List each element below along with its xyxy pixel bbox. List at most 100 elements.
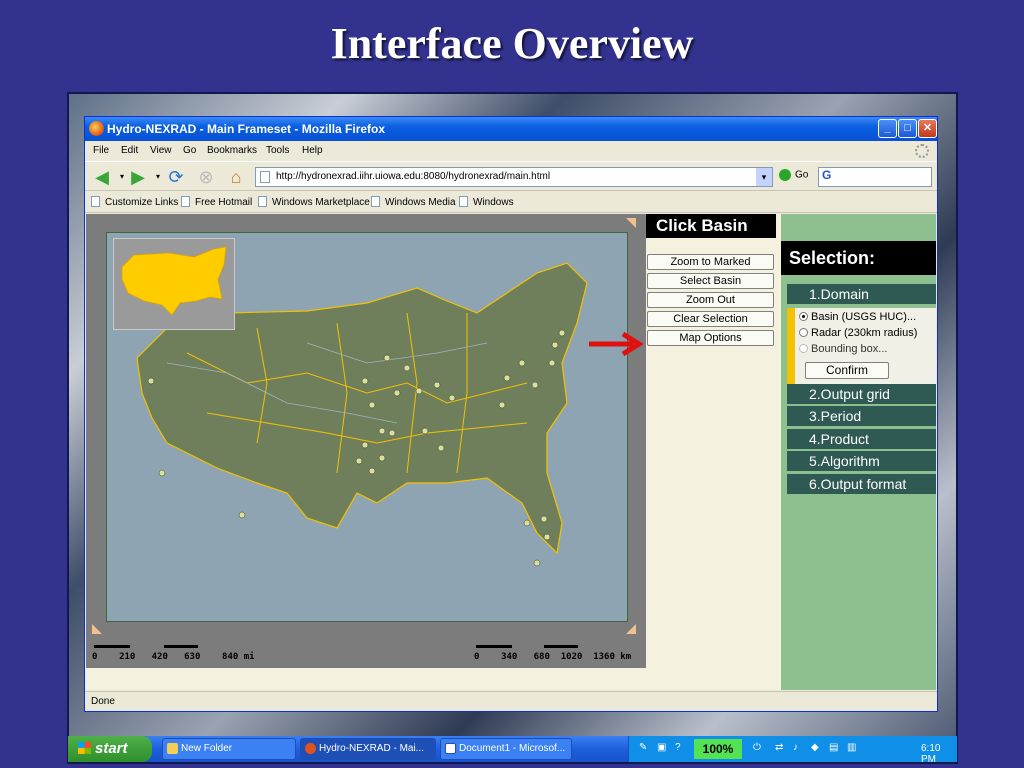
corner-resize-icon[interactable]	[92, 624, 102, 634]
task-label: Document1 - Microsof...	[459, 743, 566, 754]
step-domain[interactable]: 1.Domain	[787, 284, 936, 305]
bookmark-windows[interactable]: Windows	[459, 196, 514, 208]
scale-miles-label: 0 210 420 630 840 mi	[92, 652, 255, 662]
bookmark-windows-media[interactable]: Windows Media	[371, 196, 456, 208]
menu-view[interactable]: View	[150, 145, 172, 156]
title-bar[interactable]: Hydro-NEXRAD - Main Frameset - Mozilla F…	[85, 117, 937, 141]
select-basin-button[interactable]: Select Basin	[647, 273, 774, 289]
network-icon[interactable]: ⇄	[775, 742, 783, 753]
click-basin-header: Click Basin	[646, 214, 776, 238]
menu-go[interactable]: Go	[183, 145, 196, 156]
step-period[interactable]: 3.Period	[787, 406, 936, 427]
bookmark-label: Windows	[473, 197, 514, 208]
map-scale-bar: 0 210 420 630 840 mi 0 340 680 1020 1360…	[86, 636, 646, 668]
keyboard-icon[interactable]: ▣	[657, 742, 666, 753]
power-icon[interactable]: ⏻	[753, 742, 761, 753]
radio-label: Basin (USGS HUC)...	[811, 311, 917, 323]
task-label: New Folder	[181, 743, 233, 754]
help-icon[interactable]: ?	[675, 742, 681, 753]
step-output-format[interactable]: 6.Output format	[787, 474, 936, 495]
go-icon	[779, 169, 791, 181]
radio-bounding-box[interactable]: Bounding box...	[799, 343, 887, 355]
task-label: Hydro-NEXRAD - Mai...	[319, 743, 425, 754]
task-new-folder[interactable]: New Folder	[162, 738, 296, 760]
bookmark-icon	[91, 196, 100, 207]
search-input[interactable]: G	[818, 167, 932, 187]
menu-edit[interactable]: Edit	[121, 145, 138, 156]
menu-tools[interactable]: Tools	[266, 145, 289, 156]
throbber-icon	[915, 144, 929, 158]
volume-icon[interactable]: ♪	[793, 742, 798, 753]
corner-resize-icon[interactable]	[626, 624, 636, 634]
folder-icon	[167, 743, 178, 754]
basin-map[interactable]	[106, 232, 628, 622]
radio-checked-icon	[799, 312, 808, 321]
zoom-indicator[interactable]: 100%	[694, 739, 742, 759]
slide-title: Interface Overview	[330, 19, 694, 68]
zoom-out-button[interactable]: Zoom Out	[647, 292, 774, 308]
clock[interactable]: 6:10 PM	[921, 743, 957, 765]
url-text: http://hydronexrad.iihr.uiowa.edu:8080/h…	[276, 171, 551, 182]
map-panel: 0 210 420 630 840 mi 0 340 680 1020 1360…	[86, 214, 646, 668]
overview-inset-map[interactable]	[113, 238, 235, 330]
bookmark-label: Windows Media	[385, 197, 456, 208]
bookmark-icon	[181, 196, 190, 207]
step-algorithm[interactable]: 5.Algorithm	[787, 451, 936, 472]
window-title: Hydro-NEXRAD - Main Frameset - Mozilla F…	[107, 122, 386, 136]
go-button[interactable]: Go	[779, 169, 808, 181]
home-icon[interactable]: ⌂	[225, 166, 247, 188]
zoom-to-marked-button[interactable]: Zoom to Marked	[647, 254, 774, 270]
url-bar[interactable]: http://hydronexrad.iihr.uiowa.edu:8080/h…	[255, 167, 773, 187]
red-arrow-icon	[589, 331, 644, 357]
bookmark-windows-marketplace[interactable]: Windows Marketplace	[258, 196, 370, 208]
corner-resize-icon[interactable]	[626, 218, 636, 228]
bookmark-label: Free Hotmail	[195, 197, 253, 208]
windows-taskbar: start New Folder Hydro-NEXRAD - Mai... D…	[68, 736, 957, 765]
radio-icon	[799, 328, 808, 337]
bookmark-icon	[258, 196, 267, 207]
radio-label: Bounding box...	[811, 343, 888, 355]
task-word[interactable]: Document1 - Microsof...	[440, 738, 572, 760]
stop-icon[interactable]: ⊗	[195, 166, 217, 188]
url-dropdown-icon[interactable]: ▾	[756, 168, 772, 186]
radio-label: Radar (230km radius)	[811, 327, 918, 339]
forward-icon[interactable]: ▶	[127, 166, 149, 188]
bookmark-free-hotmail[interactable]: Free Hotmail	[181, 196, 252, 208]
bookmark-icon	[459, 196, 468, 207]
radio-icon	[799, 344, 808, 353]
radio-radar[interactable]: Radar (230km radius)	[799, 327, 917, 339]
clear-selection-button[interactable]: Clear Selection	[647, 311, 774, 327]
domain-options: Basin (USGS HUC)... Radar (230km radius)…	[787, 308, 936, 384]
firefox-icon	[305, 743, 316, 754]
menu-bar: File Edit View Go Bookmarks Tools Help	[85, 141, 937, 161]
us-inset-graphic	[121, 246, 227, 316]
firefox-icon	[89, 121, 104, 136]
start-label: start	[95, 740, 128, 757]
step-product[interactable]: 4.Product	[787, 429, 936, 450]
confirm-button[interactable]: Confirm	[805, 362, 889, 379]
pen-icon[interactable]: ✎	[639, 742, 647, 753]
menu-help[interactable]: Help	[302, 145, 323, 156]
step-output-grid[interactable]: 2.Output grid	[787, 384, 936, 405]
close-button[interactable]: ✕	[918, 119, 937, 138]
bookmarks-toolbar: Customize Links Free Hotmail Windows Mar…	[85, 191, 937, 213]
reload-icon[interactable]: ⟳	[165, 166, 187, 188]
back-icon[interactable]: ◀	[91, 166, 113, 188]
tray-app-icon[interactable]: ▥	[847, 742, 856, 753]
start-button[interactable]: start	[68, 736, 152, 762]
minimize-button[interactable]: _	[878, 119, 897, 138]
page-content: 0 210 420 630 840 mi 0 340 680 1020 1360…	[86, 214, 936, 690]
task-firefox[interactable]: Hydro-NEXRAD - Mai...	[300, 738, 436, 760]
bookmark-customize-links[interactable]: Customize Links	[91, 196, 178, 208]
search-engine-icon: G	[822, 168, 832, 182]
selection-panel: Selection: 1.Domain Basin (USGS HUC)... …	[781, 214, 936, 690]
radio-basin[interactable]: Basin (USGS HUC)...	[799, 311, 916, 323]
maximize-button[interactable]: □	[898, 119, 917, 138]
tray-app-icon[interactable]: ▤	[829, 742, 838, 753]
security-icon[interactable]: ◆	[811, 742, 819, 753]
page-icon	[260, 171, 270, 183]
menu-bookmarks[interactable]: Bookmarks	[207, 145, 257, 156]
menu-file[interactable]: File	[93, 145, 109, 156]
system-tray: ✎ ▣ ? 100% ⏻ ⇄ ♪ ◆ ▤ ▥ 6:10 PM	[628, 736, 957, 765]
map-options-button[interactable]: Map Options	[647, 330, 774, 346]
